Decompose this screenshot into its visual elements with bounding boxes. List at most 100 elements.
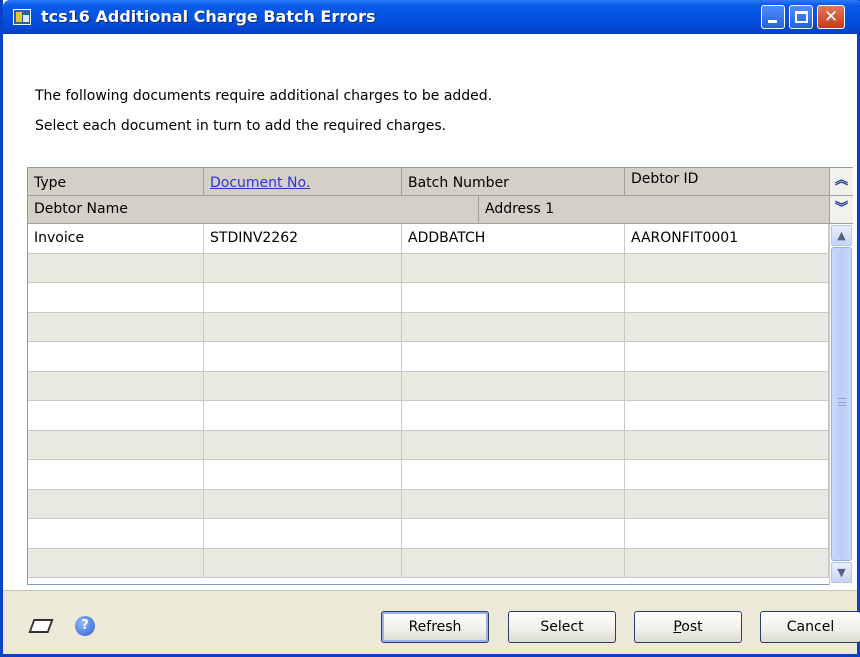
cell-debtor-id[interactable] [625,253,829,282]
scroll-down-button[interactable]: ▼ [831,562,852,583]
cell-document-no[interactable] [204,253,402,282]
cell-type[interactable] [28,460,204,489]
close-button[interactable]: ✕ [817,5,845,29]
window-title: tcs16 Additional Charge Batch Errors [41,7,376,26]
cell-debtor-id[interactable] [625,401,829,430]
post-button[interactable]: Post [634,611,742,643]
note-icon[interactable] [28,619,54,633]
cell-debtor-id[interactable] [625,430,829,459]
cell-type[interactable] [28,283,204,312]
cell-batch-number[interactable] [402,371,625,400]
table-row[interactable] [28,371,829,401]
cell-type[interactable] [28,401,204,430]
cell-debtor-id[interactable] [625,342,829,371]
cell-batch-number[interactable] [402,519,625,548]
header-address-1[interactable]: Address 1 [479,196,829,223]
cell-document-no[interactable] [204,460,402,489]
cell-type[interactable] [28,371,204,400]
cell-type[interactable] [28,489,204,518]
post-label-rest: ost [681,619,703,635]
expand-rows-button[interactable]: ︾ [829,196,853,224]
scroll-thumb[interactable] [831,247,852,561]
select-button[interactable]: Select [508,611,616,643]
cell-batch-number[interactable] [402,312,625,341]
cell-document-no[interactable] [204,283,402,312]
documents-grid: Type Document No. Batch Number Debtor ID… [27,167,853,585]
close-icon: ✕ [823,7,839,27]
cell-document-no[interactable]: STDINV2262 [204,224,402,253]
header-batch-number[interactable]: Batch Number [402,168,625,195]
header-debtor-id[interactable]: Debtor ID [625,168,829,195]
header-type[interactable]: Type [28,168,204,195]
table-row[interactable] [28,548,829,578]
table-row[interactable] [28,342,829,372]
header-debtor-name[interactable]: Debtor Name [28,196,479,223]
table-row[interactable] [28,460,829,490]
cell-document-no[interactable] [204,371,402,400]
cell-document-no[interactable] [204,430,402,459]
cell-type[interactable] [28,519,204,548]
cell-document-no[interactable] [204,312,402,341]
table-row[interactable] [28,489,829,519]
cell-debtor-id[interactable] [625,312,829,341]
cell-document-no[interactable] [204,342,402,371]
intro-line-1: The following documents require addition… [35,88,493,104]
table-row[interactable] [28,430,829,460]
cancel-button[interactable]: Cancel [760,611,860,643]
double-chevron-down-icon: ︾ [834,201,848,216]
header-document-no[interactable]: Document No. [204,168,402,195]
minimize-icon [768,20,777,23]
collapse-rows-button[interactable]: ︽ [829,168,853,196]
grid-header-row-1: Type Document No. Batch Number Debtor ID [28,168,829,196]
cell-type[interactable]: Invoice [28,224,204,253]
cell-batch-number[interactable] [402,489,625,518]
chevron-down-icon: ▼ [837,566,846,579]
dialog-window: tcs16 Additional Charge Batch Errors ✕ T… [0,0,860,657]
refresh-button[interactable]: Refresh [381,611,489,643]
grid-scrollbar[interactable]: ▲ ▼ [829,224,853,585]
cell-batch-number[interactable] [402,460,625,489]
cell-debtor-id[interactable] [625,519,829,548]
cell-type[interactable] [28,342,204,371]
cell-type[interactable] [28,312,204,341]
table-row[interactable]: Invoice STDINV2262 ADDBATCH AARONFIT0001 [28,224,829,254]
footer-bar: ? Refresh Select Post Cancel [3,590,860,654]
double-chevron-up-icon: ︽ [834,173,848,188]
cell-batch-number[interactable] [402,401,625,430]
cell-debtor-id[interactable] [625,460,829,489]
cell-type[interactable] [28,253,204,282]
cell-document-no[interactable] [204,519,402,548]
cell-batch-number[interactable] [402,253,625,282]
grip-icon [838,398,846,406]
title-bar[interactable]: tcs16 Additional Charge Batch Errors ✕ [3,0,860,34]
table-row[interactable] [28,401,829,431]
maximize-icon [795,11,808,23]
help-icon[interactable]: ? [75,616,95,636]
minimize-button[interactable] [761,5,785,29]
cell-debtor-id[interactable] [625,371,829,400]
cell-batch-number[interactable] [402,283,625,312]
cell-debtor-id[interactable] [625,489,829,518]
cell-batch-number[interactable] [402,430,625,459]
table-row[interactable] [28,519,829,549]
cell-debtor-id[interactable] [625,283,829,312]
table-row[interactable] [28,253,829,283]
cell-type[interactable] [28,548,204,577]
cell-batch-number[interactable]: ADDBATCH [402,224,625,253]
cell-debtor-id[interactable] [625,548,829,577]
cell-batch-number[interactable] [402,548,625,577]
cell-document-no[interactable] [204,401,402,430]
cell-document-no[interactable] [204,548,402,577]
grid-rows: Invoice STDINV2262 ADDBATCH AARONFIT0001 [28,224,829,578]
cell-debtor-id[interactable]: AARONFIT0001 [625,224,829,253]
table-row[interactable] [28,312,829,342]
chevron-up-icon: ▲ [837,229,846,242]
cell-type[interactable] [28,430,204,459]
cell-batch-number[interactable] [402,342,625,371]
intro-line-2: Select each document in turn to add the … [35,118,447,134]
maximize-button[interactable] [789,5,813,29]
cell-document-no[interactable] [204,489,402,518]
window-icon [13,9,31,25]
table-row[interactable] [28,283,829,313]
scroll-up-button[interactable]: ▲ [831,225,852,246]
